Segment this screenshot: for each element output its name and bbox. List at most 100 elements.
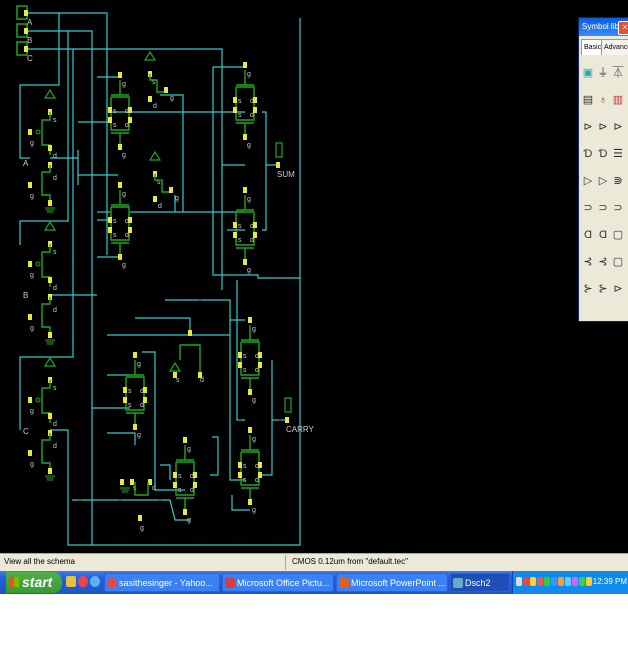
quicklaunch-icon-1[interactable] [66,576,76,587]
wire [19,31,69,245]
keyboard-icon[interactable]: ▤ [582,93,594,107]
tristate-icon[interactable]: ⊱ [597,282,609,296]
xor-icon[interactable]: ⋑ [612,174,624,188]
pin [48,277,52,283]
grid-dot [239,139,241,141]
nmos-icon[interactable]: ⊳ [582,120,594,134]
pin-label: s [238,112,242,119]
grid-dot [199,499,201,501]
and-icon[interactable]: Ɗ [582,147,594,161]
tray-icon[interactable] [572,577,578,586]
grid-dot [599,459,601,461]
nor-icon[interactable]: ▷ [597,174,609,188]
pin-label: s [238,237,242,244]
counter-icon[interactable]: ▢ [612,228,624,242]
wire [160,464,171,480]
nand3-icon[interactable]: ⊃ [597,201,609,215]
ground-icon[interactable]: ⏚ [597,66,609,80]
register-icon[interactable]: ☰ [612,147,624,161]
grid-dot [79,459,81,461]
pin-label: g [30,193,34,200]
pin [108,217,112,223]
grid-dot [399,459,401,461]
nand-icon[interactable]: Ɗ [597,147,609,161]
buffer-icon[interactable]: ⊱ [582,282,594,296]
grid-dot [359,459,361,461]
grid-dot [119,219,121,221]
grid-dot [159,139,161,141]
task-powerpoint[interactable]: Microsoft PowerPoint ... [336,573,448,592]
task-yahoo[interactable]: sasithesinger - Yahoo... [104,573,220,592]
mux-icon[interactable]: ▢ [612,255,624,269]
pin-label: g [170,95,174,102]
tray-icon[interactable] [537,577,543,586]
grid-dot [199,59,201,61]
vdd-icon [43,88,57,99]
grid-dot [239,299,241,301]
tray-icon[interactable] [523,577,529,586]
pin [48,468,52,474]
vdd-icon [143,50,157,61]
nor3-icon[interactable]: Ɑ [597,228,609,242]
tray-icon[interactable] [586,577,592,586]
or-icon[interactable]: ▷ [582,174,594,188]
grid-dot [319,379,321,381]
display-icon[interactable]: ▥ [612,93,624,107]
pmos-icon[interactable]: ⊳ [597,120,609,134]
grid-dot [199,299,201,301]
and3-icon[interactable]: ⊃ [582,201,594,215]
output-label-SUM: SUM [277,170,295,179]
pin-label: s [113,218,117,225]
symbol-library-titlebar[interactable]: Symbol libr... × [579,18,628,36]
tray-icon[interactable] [558,577,564,586]
grid-dot [279,139,281,141]
start-button[interactable]: start [6,572,62,593]
pin [248,317,252,323]
windows-logo-icon [9,577,19,587]
grid-dot [359,99,361,101]
vdd-icon [43,356,57,367]
switch2-icon[interactable]: ⊰ [597,255,609,269]
chrome-icon[interactable] [78,576,88,587]
task-dsch2[interactable]: Dsch2 [450,573,510,592]
tray-icon[interactable] [579,577,585,586]
grid-dot [239,219,241,221]
internet-explorer-icon[interactable] [90,576,100,587]
switch-icon[interactable]: ⊰ [582,255,594,269]
grid-dot [399,19,401,21]
grid-dot [359,259,361,261]
pin-label: g [247,71,251,78]
pin [108,107,112,113]
inverter-icon[interactable]: ⊳ [612,120,624,134]
schematic-canvas[interactable]: ABCsgdgdAsgdgdBsgdgdCgsdsdggsdsdggsdsdgg… [0,0,628,553]
amplifier-icon[interactable]: ⊳ [612,282,624,296]
grid-dot [559,539,561,541]
led-icon[interactable]: ♁ [597,93,609,107]
grid-dot [279,419,281,421]
grid-dot [79,299,81,301]
tray-icon[interactable] [530,577,536,586]
grid-dot [239,259,241,261]
grid-dot [39,539,41,541]
pin [118,254,122,260]
grid-dot [479,339,481,341]
grid-dot [39,19,41,21]
xor3-icon[interactable]: ⊃ [612,201,624,215]
tray-icon[interactable] [544,577,550,586]
tray-icon[interactable] [551,577,557,586]
button-icon[interactable]: ▣ [582,66,594,80]
grid-dot [359,139,361,141]
grid-dot [319,299,321,301]
grid-dot [599,419,601,421]
grid-dot [79,139,81,141]
schematic-drawing[interactable]: ABCsgdgdAsgdgdBsgdgdCgs ds dggs ds dggs ds dgg… [0,0,628,553]
tray-icon[interactable] [565,577,571,586]
task-office-picture[interactable]: Microsoft Office Pictu... [222,573,334,592]
vdd-icon[interactable]: ⏄ [612,66,624,80]
close-icon[interactable]: × [618,21,628,35]
or3-icon[interactable]: Ɑ [582,228,594,242]
tray-icon[interactable] [516,577,522,586]
pin-label: g [122,81,126,88]
tab-advanced[interactable]: Advanced [601,39,628,55]
transistor-body [134,482,149,496]
